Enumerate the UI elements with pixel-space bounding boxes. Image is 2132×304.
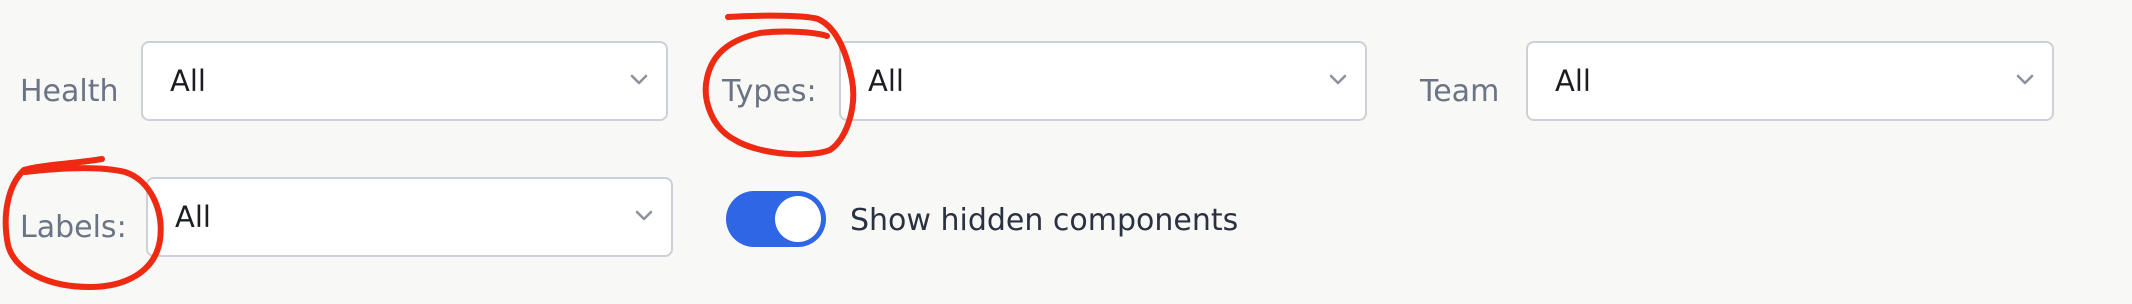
team-label: Team [1420, 74, 1500, 109]
types-label: Types: [722, 74, 817, 109]
health-select[interactable]: All [141, 41, 668, 121]
chevron-down-icon [630, 74, 648, 85]
chevron-down-icon [2016, 74, 2034, 85]
team-select-value: All [1555, 64, 1591, 98]
chevron-down-icon [635, 210, 653, 221]
labels-label: Labels: [20, 210, 127, 245]
labels-select[interactable]: All [146, 177, 673, 257]
show-hidden-components-toggle[interactable] [726, 191, 826, 247]
labels-select-value: All [175, 200, 211, 234]
types-select[interactable]: All [839, 41, 1367, 121]
chevron-down-icon [1329, 74, 1347, 85]
health-select-value: All [170, 64, 206, 98]
show-hidden-components-label: Show hidden components [850, 203, 1239, 238]
health-label: Health [20, 74, 119, 109]
toggle-knob [775, 196, 821, 242]
types-select-value: All [868, 64, 904, 98]
team-select[interactable]: All [1526, 41, 2054, 121]
